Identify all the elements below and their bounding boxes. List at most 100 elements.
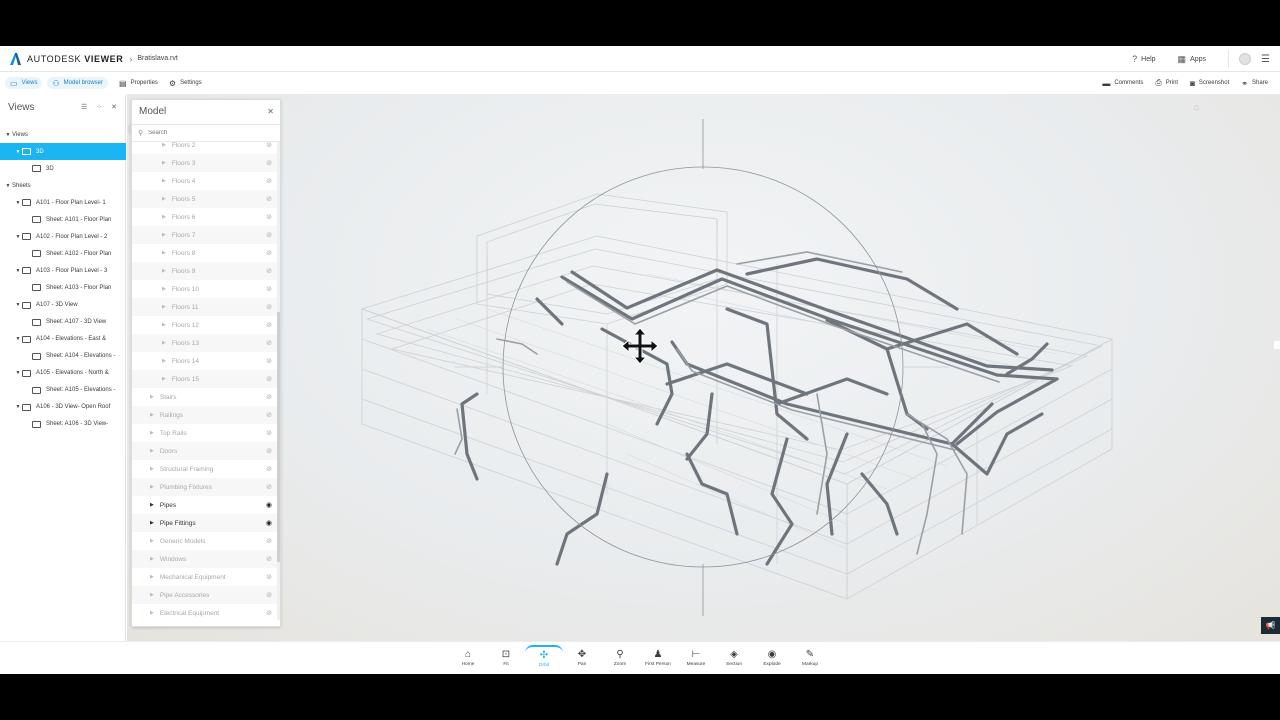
apps-link[interactable]: ▦ Apps — [1178, 54, 1206, 65]
views-tree-item[interactable]: ▼ A106 - 3D View- Open Roof — [0, 399, 126, 416]
eye-hidden-icon[interactable]: ⊘ — [266, 213, 272, 221]
caret-right-icon[interactable]: ▶ — [162, 178, 166, 184]
caret-right-icon[interactable]: ▶ — [150, 610, 154, 616]
caret-down-icon[interactable]: ▼ — [14, 404, 22, 410]
eye-hidden-icon[interactable]: ⊘ — [266, 267, 272, 275]
model-tree-item[interactable]: ▶ Floors 14 ⊘ — [132, 352, 278, 370]
home-tool-button[interactable]: ⌂ Home — [449, 645, 487, 671]
model-tree-item[interactable]: ▶ Floors 4 ⊘ — [132, 172, 278, 190]
caret-right-icon[interactable]: ▶ — [162, 358, 166, 364]
eye-icon[interactable]: ◉ — [266, 501, 272, 509]
model-tree-item[interactable]: ▶ Windows ⊘ — [132, 550, 278, 568]
model-browser-toggle-button[interactable]: ⚇ Model browser — [47, 77, 108, 89]
views-tree-item[interactable]: ▼ Views — [0, 126, 126, 143]
caret-right-icon[interactable]: ▶ — [162, 142, 166, 148]
model-tree-item[interactable]: ▶ Floors 7 ⊘ — [132, 226, 278, 244]
model-tree-item[interactable]: ▶ Floors 8 ⊘ — [132, 244, 278, 262]
caret-down-icon[interactable]: ▼ — [14, 200, 22, 206]
caret-down-icon[interactable]: ▼ — [4, 132, 12, 138]
right-edge-handle[interactable] — [1274, 341, 1280, 349]
eye-hidden-icon[interactable]: ⊘ — [266, 195, 272, 203]
model-tree-item[interactable]: ▶ Floors 6 ⊘ — [132, 208, 278, 226]
viewport-home-icon[interactable]: ⌂ — [1194, 102, 1199, 112]
close-icon[interactable]: ✕ — [267, 107, 274, 116]
model-tree-item[interactable]: ▶ Plumbing Fixtures ⊘ — [132, 478, 278, 496]
announcement-megaphone-icon[interactable]: 📢 — [1261, 617, 1280, 634]
views-toggle-button[interactable]: ▭ Views — [5, 77, 43, 89]
hamburger-menu-icon[interactable]: ☰ — [1261, 54, 1270, 65]
explode-tool-button[interactable]: ◉ Explode — [753, 645, 791, 671]
model-tree-item[interactable]: ▶ Top Rails ⊘ — [132, 424, 278, 442]
caret-right-icon[interactable]: ▶ — [162, 214, 166, 220]
eye-hidden-icon[interactable]: ⊘ — [266, 231, 272, 239]
views-tree-item[interactable]: ▼ Sheets — [0, 177, 126, 194]
building-model-render[interactable] — [127, 94, 1280, 641]
model-tree-item[interactable]: ▶ Electrical Equipment ⊘ — [132, 604, 278, 620]
views-tree-item[interactable]: ▼ 3D — [0, 143, 126, 161]
eye-icon[interactable]: ◉ — [266, 519, 272, 527]
eye-hidden-icon[interactable]: ⊘ — [266, 375, 272, 383]
views-tree-item[interactable]: ▼ A107 - 3D View — [0, 297, 126, 314]
caret-down-icon[interactable]: ▼ — [14, 268, 22, 274]
pan-tool-button[interactable]: ✥ Pan — [563, 645, 601, 671]
caret-right-icon[interactable]: ▶ — [150, 520, 154, 526]
caret-right-icon[interactable]: ▶ — [162, 304, 166, 310]
views-tree-item[interactable]: Sheet: A107 - 3D View — [0, 314, 126, 331]
caret-right-icon[interactable]: ▶ — [150, 448, 154, 454]
views-tree-item[interactable]: Sheet: A106 - 3D View- — [0, 416, 126, 433]
brand-name[interactable]: AUTODESK VIEWER — [27, 54, 123, 64]
model-tree-item[interactable]: ▶ Floors 15 ⊘ — [132, 370, 278, 388]
eye-hidden-icon[interactable]: ⊘ — [266, 429, 272, 437]
share-button[interactable]: ⚭ Share — [1241, 79, 1268, 88]
caret-down-icon[interactable]: ▼ — [14, 370, 22, 376]
eye-hidden-icon[interactable]: ⊘ — [266, 573, 272, 581]
eye-hidden-icon[interactable]: ⊘ — [266, 393, 272, 401]
caret-right-icon[interactable]: ▶ — [150, 430, 154, 436]
caret-right-icon[interactable]: ▶ — [162, 196, 166, 202]
caret-down-icon[interactable]: ▼ — [14, 149, 22, 155]
eye-hidden-icon[interactable]: ⊘ — [266, 483, 272, 491]
orbit-tool-button[interactable]: ✣ Orbit — [525, 645, 563, 671]
views-tree-item[interactable]: Sheet: A105 - Elevations - — [0, 382, 126, 399]
model-tree-item[interactable]: ▶ Floors 12 ⊘ — [132, 316, 278, 334]
model-tree-item[interactable]: ▶ Pipe Fittings ◉ — [132, 514, 278, 532]
markup-tool-button[interactable]: ✎ Markup — [791, 645, 829, 671]
eye-hidden-icon[interactable]: ⊘ — [266, 447, 272, 455]
eye-hidden-icon[interactable]: ⊘ — [266, 303, 272, 311]
caret-down-icon[interactable]: ▼ — [14, 302, 22, 308]
views-tree-item[interactable]: Sheet: A104 - Elevations - — [0, 348, 126, 365]
model-tree-item[interactable]: ▶ Floors 3 ⊘ — [132, 154, 278, 172]
eye-hidden-icon[interactable]: ⊘ — [266, 177, 272, 185]
caret-right-icon[interactable]: ▶ — [162, 340, 166, 346]
eye-hidden-icon[interactable]: ⊘ — [266, 249, 272, 257]
model-tree-item[interactable]: ▶ Floors 13 ⊘ — [132, 334, 278, 352]
views-tree-item[interactable]: ▼ A104 - Elevations - East & — [0, 331, 126, 348]
caret-right-icon[interactable]: ▶ — [150, 538, 154, 544]
grid-view-icon[interactable]: ⁘ — [96, 103, 102, 111]
close-icon[interactable]: ✕ — [111, 103, 117, 111]
settings-button[interactable]: ⚙ Settings — [169, 79, 202, 88]
eye-hidden-icon[interactable]: ⊘ — [266, 591, 272, 599]
eye-hidden-icon[interactable]: ⊘ — [266, 537, 272, 545]
comments-button[interactable]: ▬ Comments — [1102, 79, 1143, 88]
help-link[interactable]: ? Help — [1132, 54, 1155, 64]
eye-hidden-icon[interactable]: ⊘ — [266, 142, 272, 149]
model-tree-item[interactable]: ▶ Floors 5 ⊘ — [132, 190, 278, 208]
caret-right-icon[interactable]: ▶ — [150, 484, 154, 490]
measure-tool-button[interactable]: ⊢ Measure — [677, 645, 715, 671]
model-tree-item[interactable]: ▶ Mechanical Equipment ⊘ — [132, 568, 278, 586]
eye-hidden-icon[interactable]: ⊘ — [266, 339, 272, 347]
caret-right-icon[interactable]: ▶ — [150, 574, 154, 580]
3d-viewport[interactable]: ⌂ RIGHT 📢 — [127, 94, 1280, 641]
caret-right-icon[interactable]: ▶ — [162, 322, 166, 328]
caret-right-icon[interactable]: ▶ — [162, 286, 166, 292]
caret-right-icon[interactable]: ▶ — [162, 160, 166, 166]
section-tool-button[interactable]: ◈ Section — [715, 645, 753, 671]
print-button[interactable]: ⎙ Print — [1155, 78, 1178, 88]
zoom-tool-button[interactable]: ⚲ Zoom — [601, 645, 639, 671]
model-tree-item[interactable]: ▶ Stairs ⊘ — [132, 388, 278, 406]
scrollbar-thumb[interactable] — [277, 312, 280, 562]
model-tree-item[interactable]: ▶ Floors 2 ⊘ — [132, 142, 278, 154]
model-tree-item[interactable]: ▶ Floors 10 ⊘ — [132, 280, 278, 298]
model-tree-item[interactable]: ▶ Floors 9 ⊘ — [132, 262, 278, 280]
